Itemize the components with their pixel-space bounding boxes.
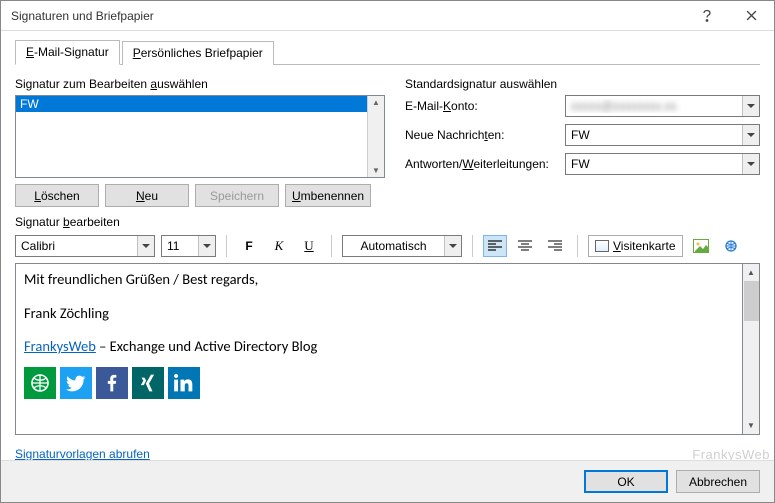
editor-toolbar: Calibri 11 F K U Automatisch Visitenkart… [15,235,760,257]
new-messages-combo[interactable]: FW [565,124,760,146]
chevron-down-icon [742,125,759,145]
tab-stationery-underline: P [133,46,141,60]
replies-combo[interactable]: FW [565,153,760,175]
account-value: xxxxx@xxxxxxxx.xx [566,99,742,113]
account-label: E-Mail-Konto: [405,99,565,113]
scrollbar-thumb[interactable] [744,281,759,321]
close-button[interactable] [729,1,774,30]
signature-list-inner: FW [16,96,367,177]
scroll-down-icon: ▼ [743,417,759,434]
dialog-content: E-Mail-Signatur Persönliches Briefpapier… [1,31,774,460]
new-messages-value: FW [566,128,742,142]
insert-picture-button[interactable] [689,235,713,257]
editor-wrap: Mit freundlichen Grüßen / Best regards, … [15,263,760,435]
editor-line: FrankysWeb – Exchange und Active Directo… [24,337,734,357]
signature-editor[interactable]: Mit freundlichen Grüßen / Best regards, … [15,263,743,435]
bold-button[interactable]: F [237,235,261,257]
signature-select-label: Signatur zum Bearbeiten auswählen [15,77,385,91]
ok-button[interactable]: OK [584,470,668,493]
toolbar-separator [226,235,227,257]
rename-button[interactable]: Umbenennen [285,184,371,207]
templates-link-row: Signaturvorlagen abrufen [15,447,760,461]
chevron-down-icon [444,236,461,256]
chevron-down-icon [742,96,759,116]
font-combo[interactable]: Calibri [15,235,155,257]
font-size-combo[interactable]: 11 [161,235,216,257]
cancel-button[interactable]: Abbrechen [676,470,760,493]
signature-item-selected[interactable]: FW [16,96,367,112]
tab-stationery-label: ersönliches Briefpapier [141,46,263,60]
website-icon[interactable] [24,367,56,399]
upper-row: Signatur zum Bearbeiten auswählen FW ▲ ▼… [15,73,760,207]
font-color-value: Automatisch [343,239,444,253]
font-value: Calibri [16,239,137,253]
business-card-button[interactable]: Visitenkarte [588,235,683,257]
signature-select-group: Signatur zum Bearbeiten auswählen FW ▲ ▼… [15,73,385,207]
signature-listbox[interactable]: FW ▲ ▼ [15,95,385,178]
xing-icon[interactable] [132,367,164,399]
replies-label: Antworten/Weiterleitungen: [405,157,565,171]
toolbar-separator [472,235,473,257]
social-icons [24,367,734,399]
tab-strip: E-Mail-Signatur Persönliches Briefpapier [15,39,760,65]
align-left-button[interactable] [483,235,507,257]
font-size-value: 11 [162,239,198,253]
tab-email-underline: E [26,45,34,59]
twitter-icon[interactable] [60,367,92,399]
align-right-button[interactable] [543,235,567,257]
replies-value: FW [566,157,742,171]
scroll-up-icon: ▲ [372,96,380,109]
edit-signature-label: Signatur bearbeiten [15,215,760,229]
account-row: E-Mail-Konto: xxxxx@xxxxxxxx.xx [405,95,760,117]
help-button[interactable] [684,1,729,30]
chevron-down-icon [198,236,215,256]
account-combo[interactable]: xxxxx@xxxxxxxx.xx [565,95,760,117]
replies-row: Antworten/Weiterleitungen: FW [405,153,760,175]
signature-buttons: Löschen Neu Speichern Umbenennen [15,184,385,207]
title-bar: Signaturen und Briefpapier [1,1,774,31]
new-messages-row: Neue Nachrichten: FW [405,124,760,146]
linkedin-icon[interactable] [168,367,200,399]
chevron-down-icon [742,154,759,174]
chevron-down-icon [137,236,154,256]
dialog-footer: OK Abbrechen [1,460,774,502]
window-title: Signaturen und Briefpapier [11,9,684,23]
new-messages-label: Neue Nachrichten: [405,128,565,142]
default-signature-label: Standardsignatur auswählen [405,77,760,91]
tab-email-label: -Mail-Signatur [34,45,109,59]
new-button[interactable]: Neu [105,184,189,207]
facebook-icon[interactable] [96,367,128,399]
align-center-button[interactable] [513,235,537,257]
save-button: Speichern [195,184,279,207]
italic-button[interactable]: K [267,235,291,257]
toolbar-separator [577,235,578,257]
blog-link[interactable]: FrankysWeb [24,337,96,355]
editor-line: Mit freundlichen Grüßen / Best regards, [24,270,734,290]
underline-button[interactable]: U [297,235,321,257]
get-templates-link[interactable]: Signaturvorlagen abrufen [15,447,150,461]
scroll-down-icon: ▼ [372,164,380,177]
card-icon [595,240,609,252]
tab-email-signature[interactable]: E-Mail-Signatur [15,40,120,65]
insert-hyperlink-button[interactable] [719,235,743,257]
tab-personal-stationery[interactable]: Persönliches Briefpapier [122,41,274,65]
toolbar-separator [331,235,332,257]
default-signature-group: Standardsignatur auswählen E-Mail-Konto:… [405,73,760,207]
editor-line: Frank Zöchling [24,304,734,324]
listbox-scrollbar[interactable]: ▲ ▼ [367,96,384,177]
editor-scrollbar[interactable]: ▲ ▼ [743,263,760,435]
scroll-up-icon: ▲ [743,264,759,281]
delete-button[interactable]: Löschen [15,184,99,207]
font-color-combo[interactable]: Automatisch [342,235,462,257]
